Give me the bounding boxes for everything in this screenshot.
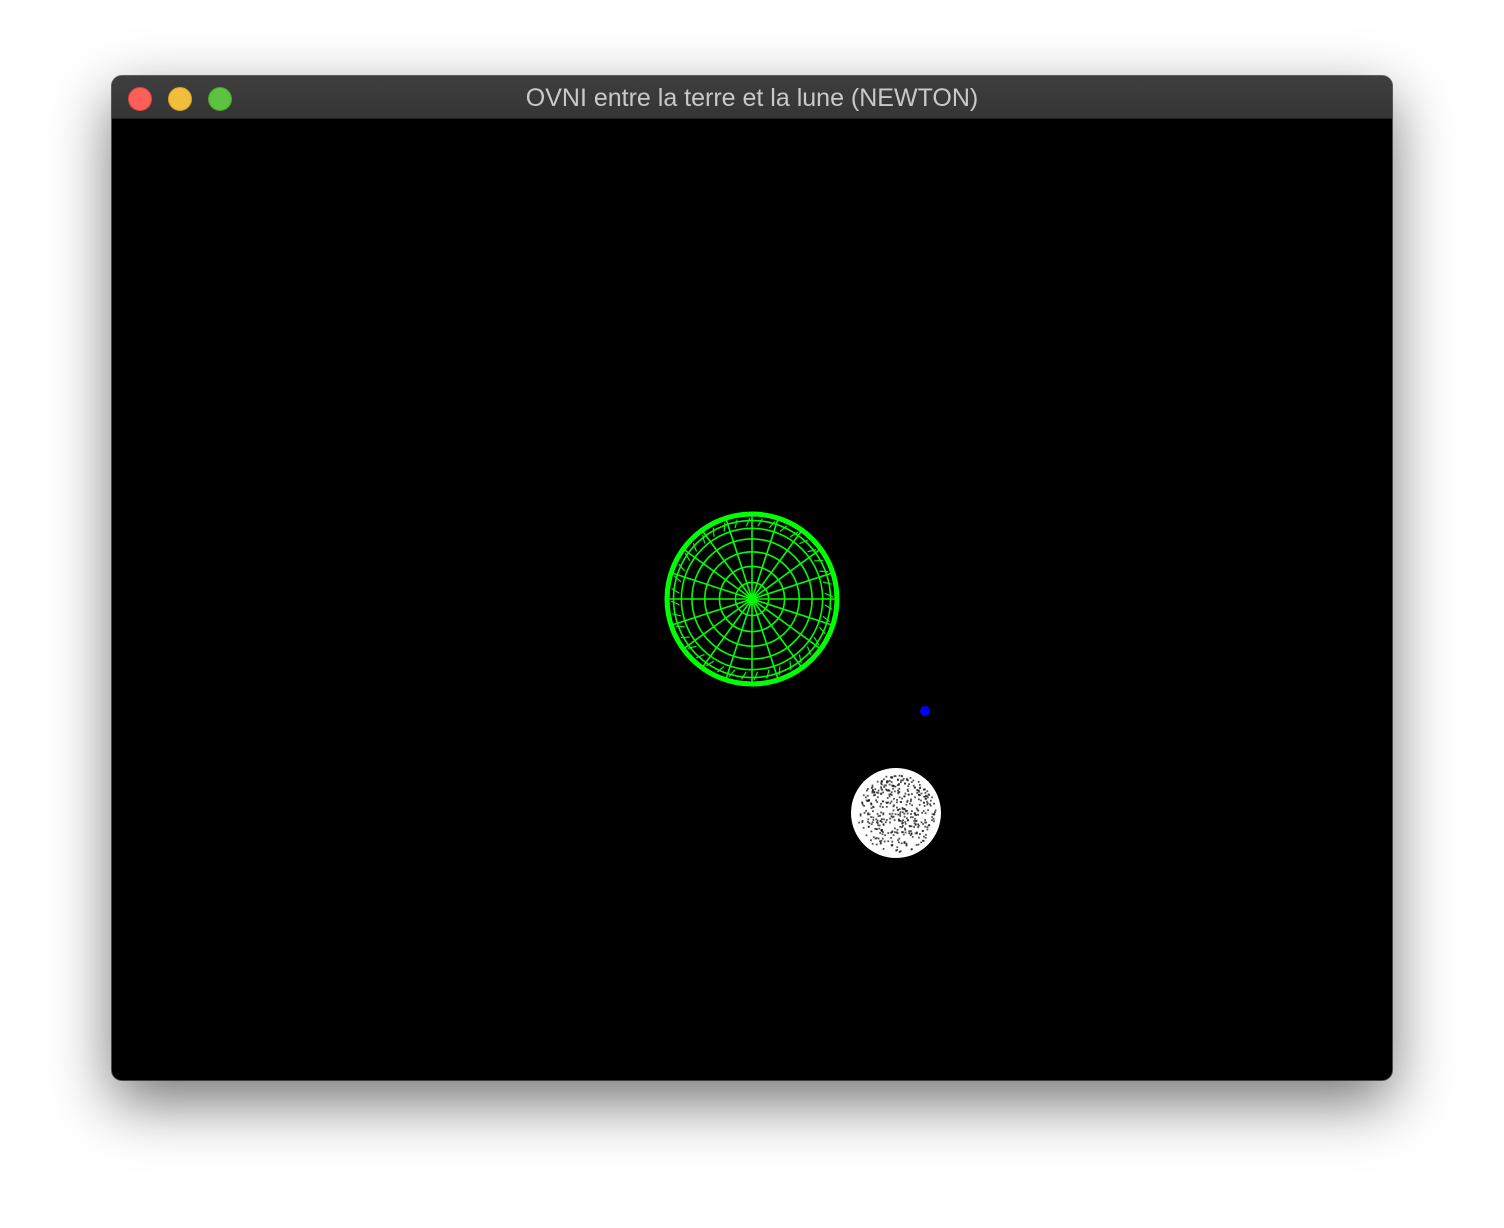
opengl-viewport[interactable] — [112, 119, 1392, 1080]
minimize-window-button[interactable] — [168, 87, 192, 111]
title-bar[interactable]: OVNI entre la terre et la lune (NEWTON) — [112, 76, 1392, 119]
moon-sphere — [851, 768, 941, 858]
app-window: OVNI entre la terre et la lune (NEWTON) — [112, 76, 1392, 1080]
zoom-window-button[interactable] — [208, 87, 232, 111]
ufo-point — [920, 706, 930, 716]
window-title: OVNI entre la terre et la lune (NEWTON) — [525, 84, 979, 112]
scene-canvas — [664, 511, 941, 858]
earth-sphere — [664, 511, 840, 687]
close-window-button[interactable] — [128, 87, 152, 111]
